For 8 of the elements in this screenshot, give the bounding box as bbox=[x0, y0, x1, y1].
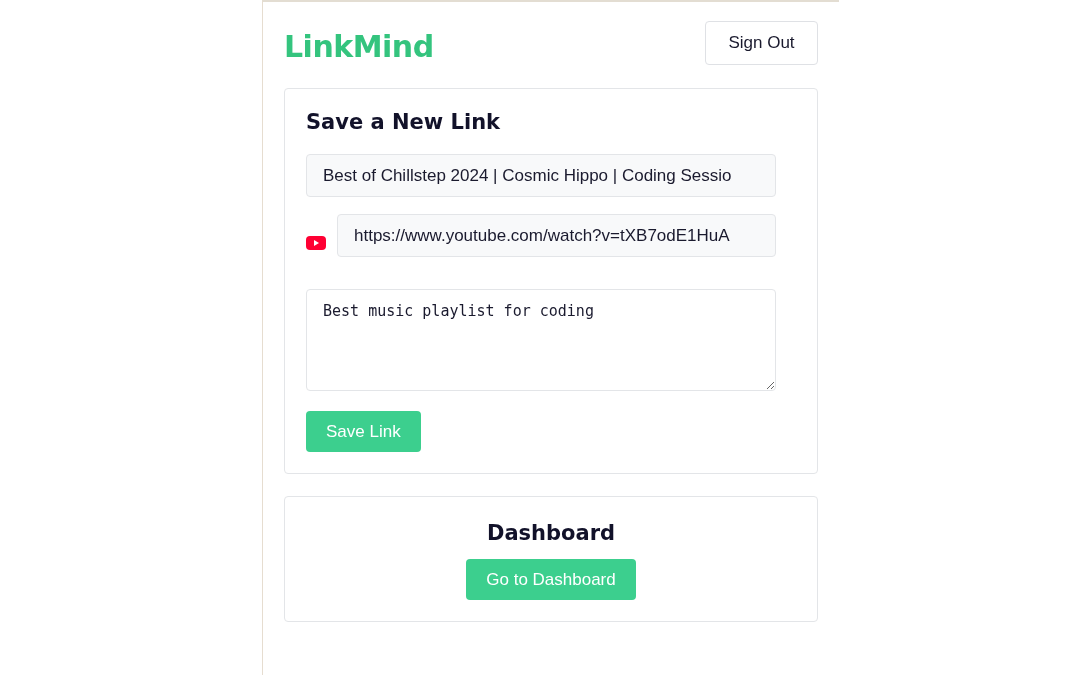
app-logo: LinkMind bbox=[284, 28, 434, 64]
sign-out-button[interactable]: Sign Out bbox=[705, 21, 818, 65]
note-field[interactable]: Best music playlist for coding bbox=[306, 289, 776, 391]
video-play-icon bbox=[306, 236, 326, 250]
url-field[interactable]: https://www.youtube.com/watch?v=tXB7odE1HuA bbox=[337, 214, 776, 257]
card-title: Dashboard bbox=[486, 521, 616, 545]
title-field[interactable]: Best of Chillstep 2024 | Cosmic Hippo | Coding Sessio bbox=[306, 154, 776, 197]
card-title: Save a New Link bbox=[306, 110, 501, 134]
